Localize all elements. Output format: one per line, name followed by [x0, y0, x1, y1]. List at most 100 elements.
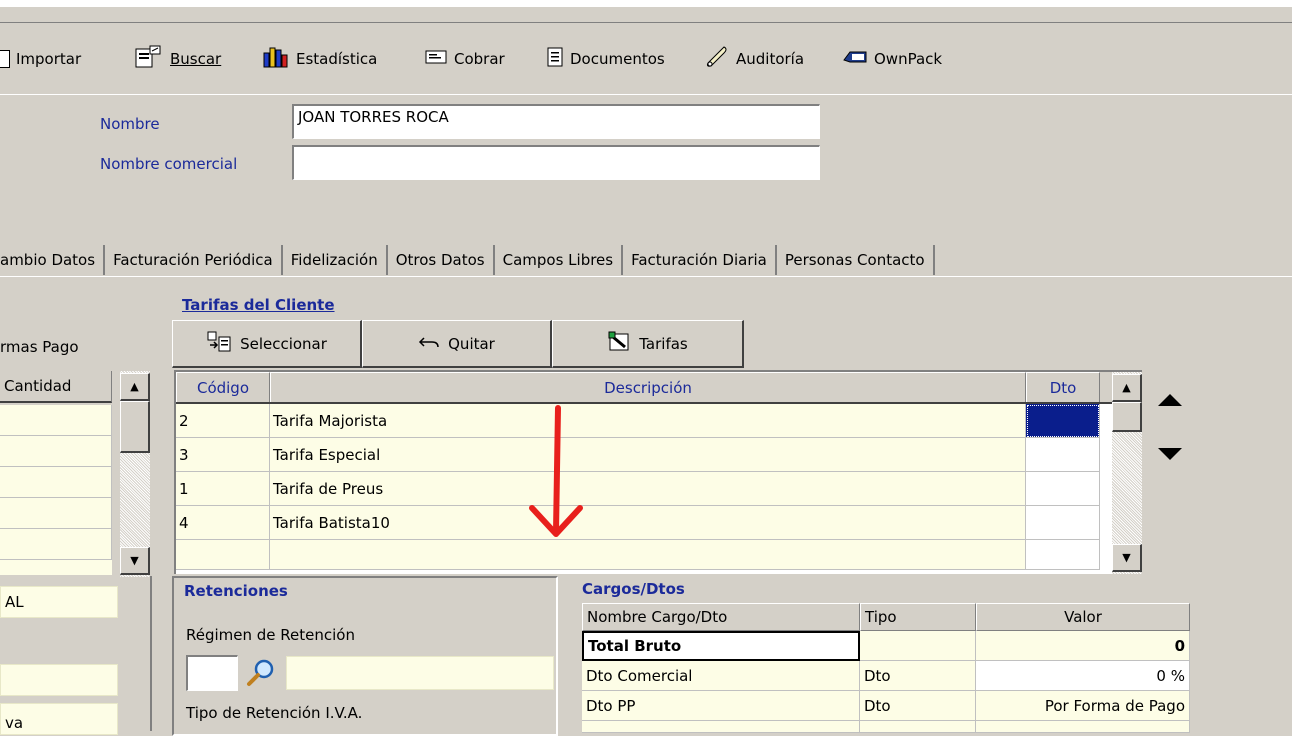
tarifas-scrollbar[interactable]: ▲ ▼	[1112, 372, 1142, 574]
formas-pago-grid[interactable]: Cantidad ▲ ▼	[0, 371, 152, 577]
scroll-up-button[interactable]: ▲	[120, 373, 150, 401]
table-row[interactable]: 1 Tarifa de Preus	[176, 472, 1142, 506]
cobrar-button[interactable]: Cobrar	[424, 46, 505, 72]
table-row[interactable]: Dto PP Dto Por Forma de Pago	[582, 691, 1192, 721]
ownpack-label: OwnPack	[874, 50, 943, 68]
documents-icon	[546, 46, 564, 72]
list-item[interactable]	[0, 467, 112, 498]
valor-header[interactable]: Valor	[976, 603, 1190, 631]
tab-campos-libres[interactable]: Campos Libres	[495, 245, 624, 275]
table-row-empty[interactable]	[176, 540, 1142, 570]
tab-otros-datos[interactable]: Otros Datos	[388, 245, 495, 275]
regimen-description-field[interactable]	[286, 656, 554, 690]
dto-cell[interactable]	[1026, 438, 1100, 472]
tipo-cell[interactable]	[860, 631, 976, 661]
nombre-cargo-cell[interactable]: Dto Comercial	[582, 661, 860, 691]
move-down-button[interactable]	[1156, 444, 1184, 464]
documentos-button[interactable]: Documentos	[546, 46, 665, 72]
dto-header[interactable]: Dto	[1026, 372, 1100, 402]
formas-pago-scrollbar[interactable]: ▲ ▼	[120, 371, 150, 577]
table-row[interactable]: Dto Comercial Dto 0 %	[582, 661, 1192, 691]
descripcion-cell[interactable]: Tarifa Batista10	[270, 506, 1026, 540]
list-item[interactable]	[0, 436, 112, 467]
quitar-button[interactable]: Quitar	[362, 320, 552, 368]
estadistica-button[interactable]: Estadística	[262, 46, 377, 72]
audit-scroll-icon	[704, 45, 730, 73]
dto-cell-selected[interactable]	[1026, 404, 1100, 438]
codigo-cell[interactable]: 3	[176, 438, 270, 472]
nombre-cargo-header[interactable]: Nombre Cargo/Dto	[582, 603, 860, 631]
scroll-down-icon: ▼	[130, 554, 139, 567]
seleccionar-button[interactable]: Seleccionar	[172, 320, 362, 368]
regimen-code-field[interactable]	[186, 655, 238, 691]
left-field-2[interactable]	[0, 664, 118, 696]
buscar-button[interactable]: Buscar	[134, 45, 221, 72]
descripcion-header[interactable]: Descripción	[270, 372, 1026, 402]
table-row[interactable]: 2 Tarifa Majorista	[176, 404, 1142, 438]
dto-cell[interactable]	[1026, 472, 1100, 506]
importar-button[interactable]: Importar	[0, 46, 81, 72]
left-field-3[interactable]: va	[0, 703, 118, 735]
nombre-cargo-cell[interactable]: Total Bruto	[582, 631, 860, 661]
codigo-cell[interactable]	[176, 540, 270, 570]
nombre-cargo-cell[interactable]: Dto PP	[582, 691, 860, 721]
descripcion-cell[interactable]: Tarifa Especial	[270, 438, 1026, 472]
tab-cambio-datos[interactable]: ambio Datos	[0, 245, 106, 275]
dto-cell[interactable]	[1026, 506, 1100, 540]
tab-label: Facturación Periódica	[113, 251, 273, 269]
auditoria-button[interactable]: Auditoría	[704, 46, 804, 72]
tipo-cell[interactable]: Dto	[860, 691, 976, 721]
tab-facturacion-periodica[interactable]: Facturación Periódica	[105, 245, 283, 275]
table-row[interactable]: 3 Tarifa Especial	[176, 438, 1142, 472]
table-row-partial[interactable]	[582, 721, 1192, 733]
ownpack-button[interactable]: OwnPack	[842, 46, 942, 72]
table-row[interactable]: Total Bruto 0	[582, 631, 1192, 661]
descripcion-cell[interactable]	[270, 540, 1026, 570]
toolbar-separator	[0, 94, 1292, 95]
list-item[interactable]	[0, 529, 112, 560]
nombre-field[interactable]: JOAN TORRES ROCA	[292, 104, 820, 139]
valor-cell[interactable]: Por Forma de Pago	[976, 691, 1190, 721]
list-item[interactable]	[0, 498, 112, 529]
codigo-cell[interactable]: 2	[176, 404, 270, 438]
tab-baseline	[0, 276, 1292, 277]
tab-personas-contacto[interactable]: Personas Contacto	[777, 245, 935, 275]
table-row[interactable]: 4 Tarifa Batista10	[176, 506, 1142, 540]
move-up-button[interactable]	[1156, 390, 1184, 410]
tab-fidelizacion[interactable]: Fidelización	[283, 245, 388, 275]
valor-cell[interactable]: 0 %	[976, 661, 1190, 691]
scroll-down-button[interactable]: ▼	[120, 547, 150, 575]
dto-cell[interactable]	[1026, 540, 1100, 570]
tarifas-button[interactable]: Tarifas	[552, 320, 744, 368]
magnifier-icon	[247, 659, 274, 686]
tipo-cell[interactable]: Dto	[860, 661, 976, 691]
formas-pago-rows[interactable]	[0, 405, 112, 575]
descripcion-cell[interactable]: Tarifa de Preus	[270, 472, 1026, 506]
codigo-header[interactable]: Código	[176, 372, 270, 402]
search-button[interactable]	[244, 656, 280, 690]
cobrar-icon	[424, 48, 448, 70]
scroll-up-button[interactable]: ▲	[1112, 374, 1142, 402]
left-field-1[interactable]: AL	[0, 586, 118, 618]
codigo-cell[interactable]: 4	[176, 506, 270, 540]
valor-cell[interactable]	[976, 721, 1190, 733]
valor-cell[interactable]: 0	[976, 631, 1190, 661]
ownpack-icon	[842, 48, 868, 70]
cantidad-header[interactable]: Cantidad	[0, 371, 112, 403]
scroll-down-button[interactable]: ▼	[1112, 544, 1142, 572]
tipo-header[interactable]: Tipo	[860, 603, 976, 631]
cargos-grid[interactable]: Nombre Cargo/Dto Tipo Valor Total Bruto …	[582, 603, 1192, 733]
tarifas-grid[interactable]: Código Descripción Dto 2 Tarifa Majorist…	[174, 370, 1142, 574]
tab-label: ambio Datos	[0, 251, 96, 269]
tab-facturacion-diaria[interactable]: Facturación Diaria	[623, 245, 777, 275]
nombre-cargo-cell[interactable]	[582, 721, 860, 733]
descripcion-cell[interactable]: Tarifa Majorista	[270, 404, 1026, 438]
scroll-thumb[interactable]	[1112, 402, 1142, 432]
tipo-cell[interactable]	[860, 721, 976, 733]
codigo-cell[interactable]: 1	[176, 472, 270, 506]
nombre-comercial-field[interactable]	[292, 145, 820, 180]
list-item[interactable]	[0, 405, 112, 436]
scroll-thumb[interactable]	[120, 401, 150, 453]
tarifas-title: Tarifas del Cliente	[182, 296, 335, 314]
scroll-up-icon: ▲	[130, 380, 139, 393]
